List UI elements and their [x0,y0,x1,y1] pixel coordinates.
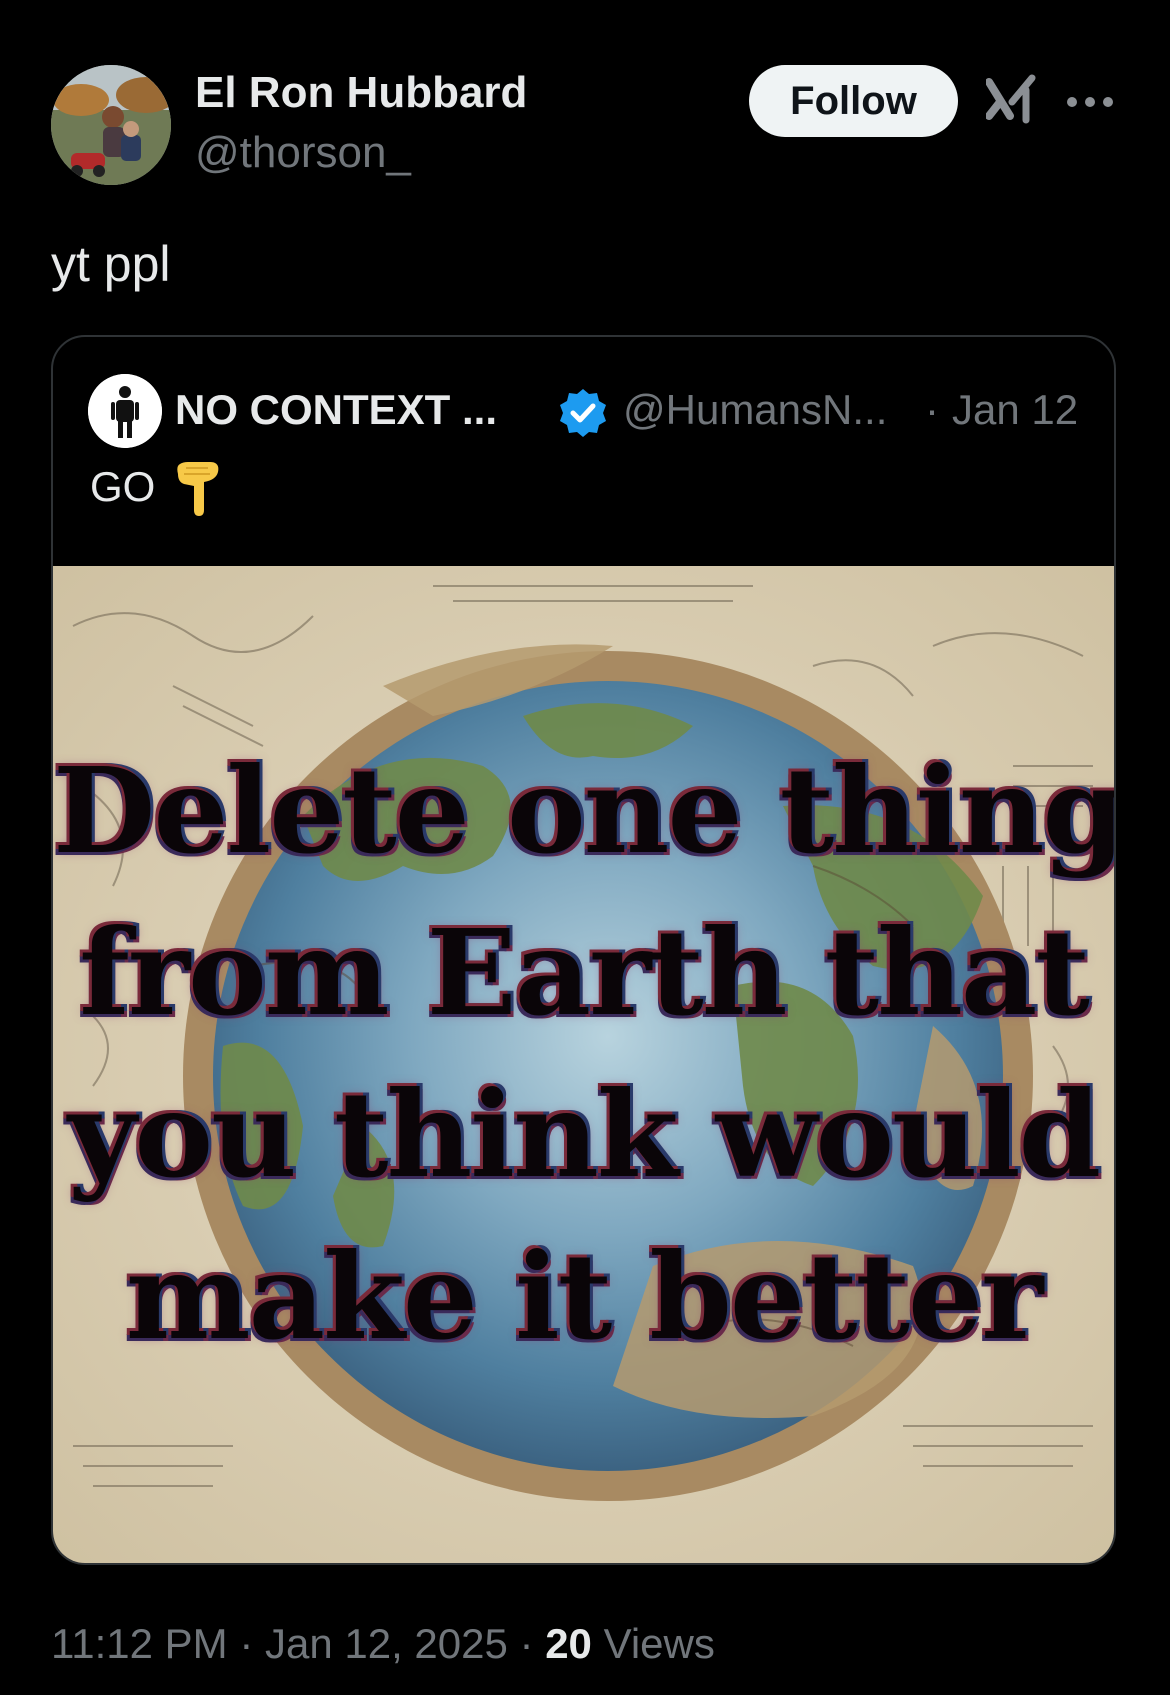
quoted-tweet-text: GO [90,463,156,510]
person-icon [88,374,162,448]
author-display-name[interactable]: El Ron Hubbard [195,68,527,118]
more-icon[interactable] [1064,82,1116,122]
tweet-date[interactable]: Jan 12, 2025 [265,1620,508,1667]
quoted-author-avatar[interactable] [88,374,162,448]
caption-line: you think would [67,1065,1101,1204]
image-caption: Delete one thing from Earth that you thi… [53,566,1114,1563]
timestamp-separator: · [507,1620,546,1667]
quoted-author-handle[interactable]: @HumansN... [623,386,887,434]
follow-button[interactable]: Follow [749,65,958,137]
tweet-timestamp: 11:12 PM · Jan 12, 2025 · 20 Views [51,1620,715,1668]
timestamp-separator: · [227,1620,265,1667]
pointing-down-emoji [174,458,222,518]
grok-icon[interactable] [985,72,1038,128]
author-handle[interactable]: @thorson_ [195,128,411,178]
meta-separator: · [925,386,939,433]
quoted-author-name[interactable]: NO CONTEXT ... [175,386,497,434]
tweet-text: yt ppl [51,236,171,292]
author-avatar[interactable] [51,65,171,185]
caption-line: make it better [125,1227,1043,1366]
tweet-time[interactable]: 11:12 PM [51,1620,228,1667]
views-count[interactable]: 20 [545,1620,592,1667]
caption-line: from Earth that [79,903,1090,1042]
quoted-tweet-image[interactable]: Delete one thing from Earth that you thi… [53,566,1114,1563]
caption-line: Delete one thing [53,741,1114,880]
avatar-photo [51,65,171,185]
views-label: Views [591,1620,715,1667]
quoted-tweet-date[interactable]: Jan 12 [952,386,1078,434]
verified-badge-icon [556,386,610,440]
